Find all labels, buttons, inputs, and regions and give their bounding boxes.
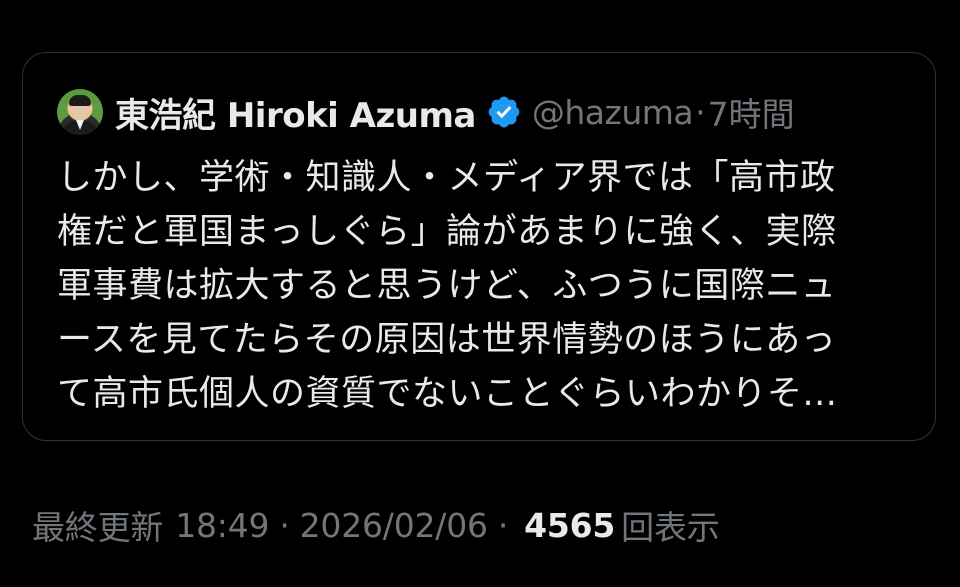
- author-display-name[interactable]: 東浩紀 Hiroki Azuma: [115, 88, 476, 137]
- quoted-post-header: 東浩紀 Hiroki Azuma @hazuma · 7時間: [57, 85, 795, 139]
- post-time[interactable]: 18:49: [175, 506, 269, 545]
- post-text-line: 権だと軍国まっしぐら」論があまりに強く、実際: [57, 212, 837, 252]
- post-text-line: 軍事費は拡大すると思うけど、ふつうに国際ニュ: [57, 266, 837, 306]
- author-handle[interactable]: @hazuma: [532, 93, 694, 132]
- views-label: 回表示: [621, 508, 720, 547]
- author-avatar[interactable]: [57, 89, 103, 135]
- post-text-line: ースを見てたらその原因は世界情勢のほうにあっ: [57, 320, 837, 360]
- verified-badge-icon: [488, 96, 520, 128]
- quoted-post-card[interactable]: 東浩紀 Hiroki Azuma @hazuma · 7時間 しかし、学術・知識…: [22, 52, 936, 441]
- post-relative-time[interactable]: 7時間: [708, 88, 795, 136]
- header-separator: ·: [695, 92, 706, 132]
- post-date[interactable]: 2026/02/06: [300, 506, 488, 545]
- post-text-line: て高市氏個人の資質でないことぐらいわかりそ...: [57, 374, 838, 414]
- footer-separator: ·: [497, 505, 509, 545]
- view-count[interactable]: 4565: [524, 506, 615, 545]
- post-metadata-footer: 最終更新 18:49 · 2026/02/06 · 4565 回表示: [32, 500, 720, 550]
- avatar-hair: [69, 95, 91, 106]
- footer-separator: ·: [279, 505, 290, 545]
- quoted-post-text: しかし、学術・知識人・メディア界では「高市政 権だと軍国まっしぐら」論があまりに…: [57, 151, 917, 421]
- last-updated-label: 最終更新: [32, 508, 164, 547]
- post-text-line: しかし、学術・知識人・メディア界では「高市政: [57, 158, 836, 198]
